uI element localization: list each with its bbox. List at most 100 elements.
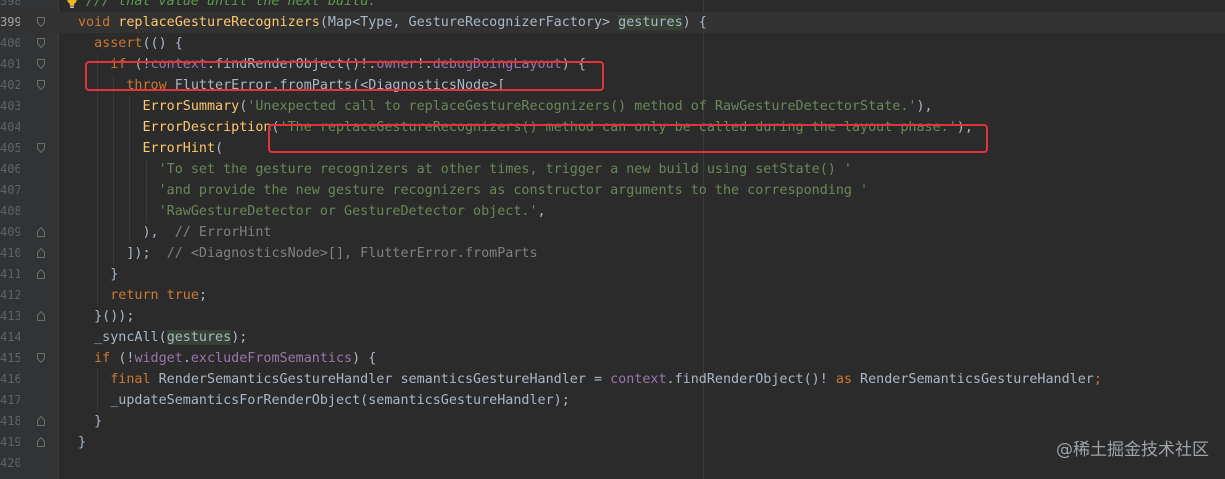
code-line[interactable]: 409 ), // ErrorHint [0,222,1225,243]
code-line[interactable]: 418 } [0,411,1225,432]
code-text: return true; [78,285,207,306]
fold-icon[interactable] [37,80,45,90]
code-text: ErrorSummary('Unexpected call to replace… [78,96,933,117]
code-token: } [78,414,103,429]
code-text: ErrorHint( [78,138,224,159]
code-line[interactable]: 417 _updateSemanticsForRenderObject(sema… [0,390,1225,411]
code-line[interactable]: 420 [0,453,1225,474]
highlight-box-debug-doing-layout [85,61,604,91]
code-token: // ErrorHint [174,225,272,240]
code-line[interactable]: 407 'and provide the new gesture recogni… [0,180,1225,201]
code-token: RenderSemanticsGestureHandler semanticsG… [158,372,611,387]
fold-icon[interactable] [37,38,45,48]
code-token: excludeFromSemantics [190,351,353,366]
code-token: replaceGestureRecognizers [118,15,320,30]
code-token: ErrorHint [142,141,216,156]
code-token: ) { [352,351,377,366]
code-token: 'To set the gesture recognizers at other… [158,162,852,177]
code-text: assert(() { [78,33,183,54]
fold-icon[interactable] [37,437,45,447]
code-text: } [78,411,102,432]
code-line[interactable]: 410 ]); // <DiagnosticsNode>[], FlutterE… [0,243,1225,264]
line-number: 418 [0,414,20,428]
code-token: context [610,372,667,387]
code-text: 'To set the gesture recognizers at other… [78,159,852,180]
line-number: 404 [0,120,20,134]
fold-icon[interactable] [37,59,45,69]
code-token: (Map<Type, GestureRecognizerFactory> [319,15,619,30]
code-token: return true [110,288,199,303]
line-number: 403 [0,99,20,113]
code-token: } [78,267,119,282]
code-line[interactable]: 412 return true; [0,285,1225,306]
line-number: 400 [0,36,20,50]
code-token: ; [1093,372,1102,387]
fold-icon[interactable] [37,248,45,258]
code-token: as [835,372,861,387]
code-line[interactable]: 400 assert(() { [0,33,1225,54]
code-token: (() { [142,36,183,51]
line-number: 408 [0,204,20,218]
code-token: }()); [78,309,135,324]
code-text: if (!widget.excludeFromSemantics) { [78,348,376,369]
code-token: ( [215,141,224,156]
code-line[interactable]: 413 }()); [0,306,1225,327]
code-line[interactable]: 415 if (!widget.excludeFromSemantics) { [0,348,1225,369]
fold-icon[interactable] [37,311,45,321]
code-line[interactable]: 414 _syncAll(gestures); [0,327,1225,348]
line-number: 398 [0,0,20,8]
code-text: 'RawGestureDetector or GestureDetector o… [78,201,546,222]
code-line[interactable]: 419} [0,432,1225,453]
code-line[interactable]: 399 void replaceGestureRecognizers(Map<Ty… [0,12,1225,33]
code-line[interactable]: 403 ErrorSummary('Unexpected call to rep… [0,96,1225,117]
code-token: } [78,435,87,450]
code-token: ) { [682,15,707,30]
code-text: final RenderSemanticsGestureHandler sema… [78,369,1102,390]
fold-icon[interactable] [37,227,45,237]
code-token: final [110,372,159,387]
code-token: . [182,351,191,366]
code-token: // <DiagnosticsNode>[], FlutterError.fro… [166,246,538,261]
line-number: 402 [0,78,20,92]
line-number: 416 [0,372,20,386]
line-number: 414 [0,330,20,344]
code-token: (! [118,351,135,366]
fold-icon[interactable] [37,353,45,363]
line-number: 407 [0,183,20,197]
line-number: 399 [0,15,20,29]
fold-icon[interactable] [37,269,45,279]
code-editor[interactable]: 398/// that value until the next build. 3… [0,0,1225,479]
code-token: 'and provide the new gesture recognizers… [158,183,869,198]
line-number: 417 [0,393,20,407]
fold-icon[interactable] [37,143,45,153]
code-line[interactable]: 411 } [0,264,1225,285]
code-token: /// that value until the next build. [86,0,377,9]
code-token: widget [134,351,183,366]
code-token: RenderSemanticsGestureHandler [860,372,1094,387]
line-number: 413 [0,309,20,323]
code-token: void [78,15,119,30]
code-token: ), [78,225,175,240]
code-line[interactable]: 416 final RenderSemanticsGestureHandler … [0,369,1225,390]
code-token: assert [94,36,143,51]
code-token: .findRenderObject()! [666,372,836,387]
code-line[interactable]: 398 /// that value until the next build. [0,0,1225,12]
line-number: 420 [0,456,20,470]
line-number: 412 [0,288,20,302]
code-line[interactable]: 408 'RawGestureDetector or GestureDetect… [0,201,1225,222]
fold-icon[interactable] [37,416,45,426]
code-text: /// that value until the next build. [86,0,376,12]
code-text: _updateSemanticsForRenderObject(semantic… [78,390,570,411]
code-line[interactable]: 406 'To set the gesture recognizers at o… [0,159,1225,180]
code-token: ); [231,330,248,345]
line-number: 415 [0,351,20,365]
highlight-box-error-description [268,124,988,153]
fold-icon[interactable] [37,17,45,27]
